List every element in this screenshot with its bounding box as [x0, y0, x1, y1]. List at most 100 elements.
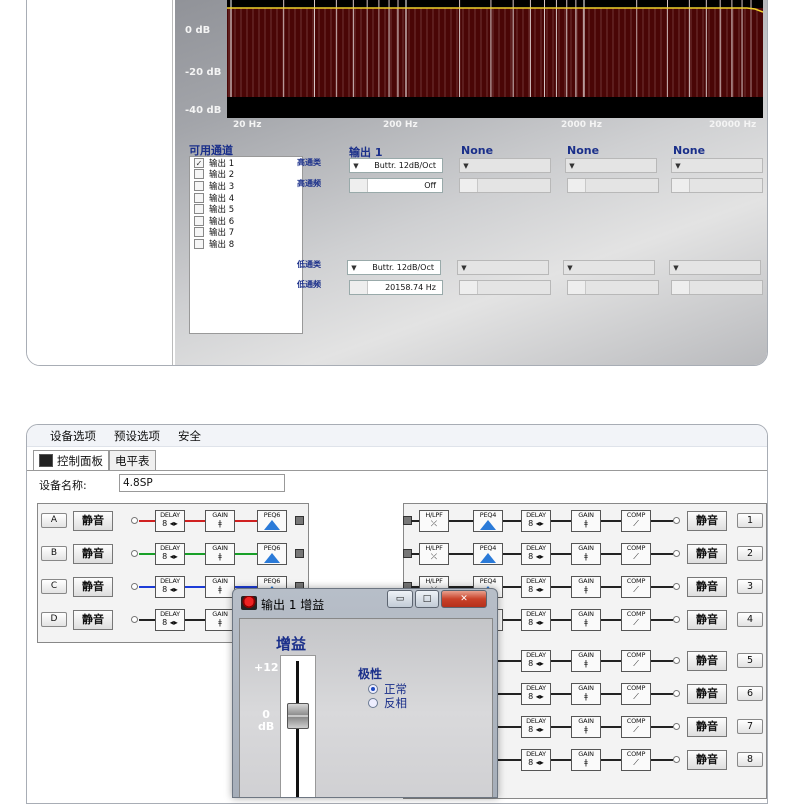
checkbox[interactable] — [194, 227, 204, 238]
gain-fader-knob[interactable] — [287, 703, 309, 729]
output-5-button[interactable]: 5 — [737, 653, 763, 668]
peq4-block[interactable]: PEQ4 — [473, 543, 503, 565]
device-name-input[interactable]: 4.8SP — [119, 474, 285, 492]
gain-block[interactable]: GAIN ǂ — [205, 543, 235, 565]
gain-block[interactable]: GAIN ǂ — [571, 650, 601, 672]
output-8-button[interactable]: 8 — [737, 752, 763, 767]
block-label: COMP — [626, 684, 646, 692]
gain-block[interactable]: GAIN ǂ — [571, 510, 601, 532]
delay-block[interactable]: DELAY 8 ◂▸ — [155, 543, 185, 565]
output-6-button[interactable]: 6 — [737, 686, 763, 701]
lp-freq-spin[interactable]: 20158.74 Hz — [349, 280, 443, 295]
output-mute-button[interactable]: 静音 — [687, 750, 727, 770]
menu-security[interactable]: 安全 — [169, 428, 210, 444]
hp-type-select[interactable]: ▼ Buttr. 12dB/Oct — [349, 158, 443, 173]
input-mute-button[interactable]: 静音 — [73, 511, 113, 531]
delay-block[interactable]: DELAY 8 ◂▸ — [155, 576, 185, 598]
comp-block[interactable]: COMP ⟋ — [621, 749, 651, 771]
hlpf-block[interactable]: H/LPF⤫ — [419, 543, 449, 565]
delay-block[interactable]: DELAY 8 ◂▸ — [521, 543, 551, 565]
block-label: DELAY — [526, 577, 546, 585]
output-mute-button[interactable]: 静音 — [687, 544, 727, 564]
output-mute-button[interactable]: 静音 — [687, 651, 727, 671]
checkbox[interactable]: ✓ — [194, 157, 204, 168]
input-B-button[interactable]: B — [41, 546, 67, 561]
delay-block[interactable]: DELAY 8 ◂▸ — [155, 510, 185, 532]
maximize-button[interactable]: □ — [415, 590, 439, 608]
channel-item[interactable]: 输出 8 — [190, 238, 302, 250]
delay-block[interactable]: DELAY 8 ◂▸ — [521, 576, 551, 598]
hp-freq-spin[interactable]: Off — [349, 178, 443, 193]
spin-icon[interactable] — [350, 281, 368, 294]
comp-block[interactable]: COMP ⟋ — [621, 716, 651, 738]
channel-item[interactable]: 输出 5 — [190, 203, 302, 215]
peq6-block[interactable]: PEQ6 — [257, 510, 287, 532]
input-mute-button[interactable]: 静音 — [73, 544, 113, 564]
tab-level-meter[interactable]: 电平表 — [109, 450, 156, 470]
comp-block[interactable]: COMP ⟋ — [621, 650, 651, 672]
output-7-button[interactable]: 7 — [737, 719, 763, 734]
channel-item[interactable]: 输出 3 — [190, 180, 302, 192]
input-mute-button[interactable]: 静音 — [73, 610, 113, 630]
output-mute-button[interactable]: 静音 — [687, 684, 727, 704]
channel-item[interactable]: ✓ 输出 1 — [190, 157, 302, 169]
input-C-button[interactable]: C — [41, 579, 67, 594]
gain-block[interactable]: GAIN ǂ — [205, 510, 235, 532]
channel-item[interactable]: 输出 7 — [190, 227, 302, 238]
output-3-button[interactable]: 3 — [737, 579, 763, 594]
checkbox[interactable] — [194, 192, 204, 203]
checkbox[interactable] — [194, 169, 204, 180]
comp-block[interactable]: COMP ⟋ — [621, 576, 651, 598]
output-mute-button[interactable]: 静音 — [687, 610, 727, 630]
radio-selected-icon[interactable] — [368, 684, 378, 694]
gain-block[interactable]: GAIN ǂ — [571, 716, 601, 738]
gain-block[interactable]: GAIN ǂ — [571, 749, 601, 771]
channel-item[interactable]: 输出 2 — [190, 169, 302, 180]
close-button[interactable]: ✕ — [441, 590, 487, 608]
radio-icon[interactable] — [368, 698, 378, 708]
checkbox[interactable] — [194, 238, 204, 249]
comp-block[interactable]: COMP ⟋ — [621, 543, 651, 565]
column-header-none-3: None — [673, 144, 706, 157]
gain-block[interactable]: GAIN ǂ — [571, 576, 601, 598]
delay-block[interactable]: DELAY 8 ◂▸ — [521, 510, 551, 532]
gain-block[interactable]: GAIN ǂ — [205, 576, 235, 598]
comp-block[interactable]: COMP ⟋ — [621, 609, 651, 631]
output-mute-button[interactable]: 静音 — [687, 577, 727, 597]
input-D-button[interactable]: D — [41, 612, 67, 627]
output-4-button[interactable]: 4 — [737, 612, 763, 627]
tab-control-panel[interactable]: 控制面板 — [33, 450, 109, 470]
menu-device-options[interactable]: 设备选项 — [41, 428, 105, 444]
polarity-invert-option[interactable]: 反相 — [368, 695, 407, 711]
delay-block[interactable]: DELAY 8 ◂▸ — [521, 609, 551, 631]
channel-item[interactable]: 输出 6 — [190, 215, 302, 227]
delay-block[interactable]: DELAY 8 ◂▸ — [155, 609, 185, 631]
gain-block[interactable]: GAIN ǂ — [571, 683, 601, 705]
checkbox[interactable] — [194, 180, 204, 191]
output-1-button[interactable]: 1 — [737, 513, 763, 528]
peq6-block[interactable]: PEQ6 — [257, 543, 287, 565]
delay-block[interactable]: DELAY 8 ◂▸ — [521, 749, 551, 771]
checkbox[interactable] — [194, 215, 204, 226]
menu-preset-options[interactable]: 预设选项 — [105, 428, 169, 444]
spin-icon[interactable] — [350, 179, 368, 192]
delay-block[interactable]: DELAY 8 ◂▸ — [521, 650, 551, 672]
comp-block[interactable]: COMP ⟋ — [621, 510, 651, 532]
output-mute-button[interactable]: 静音 — [687, 511, 727, 531]
channel-item[interactable]: 输出 4 — [190, 192, 302, 204]
gain-block[interactable]: GAIN ǂ — [571, 609, 601, 631]
minimize-button[interactable]: ▭ — [387, 590, 413, 608]
checkbox[interactable] — [194, 204, 204, 215]
output-2-button[interactable]: 2 — [737, 546, 763, 561]
comp-block[interactable]: COMP ⟋ — [621, 683, 651, 705]
delay-block[interactable]: DELAY 8 ◂▸ — [521, 716, 551, 738]
lp-type-select[interactable]: ▼ Buttr. 12dB/Oct — [347, 260, 441, 275]
gain-block[interactable]: GAIN ǂ — [571, 543, 601, 565]
peq4-block[interactable]: PEQ4 — [473, 510, 503, 532]
hlpf-block[interactable]: H/LPF⤫ — [419, 510, 449, 532]
gain-block[interactable]: GAIN ǂ — [205, 609, 235, 631]
output-mute-button[interactable]: 静音 — [687, 717, 727, 737]
input-A-button[interactable]: A — [41, 513, 67, 528]
input-mute-button[interactable]: 静音 — [73, 577, 113, 597]
delay-block[interactable]: DELAY 8 ◂▸ — [521, 683, 551, 705]
